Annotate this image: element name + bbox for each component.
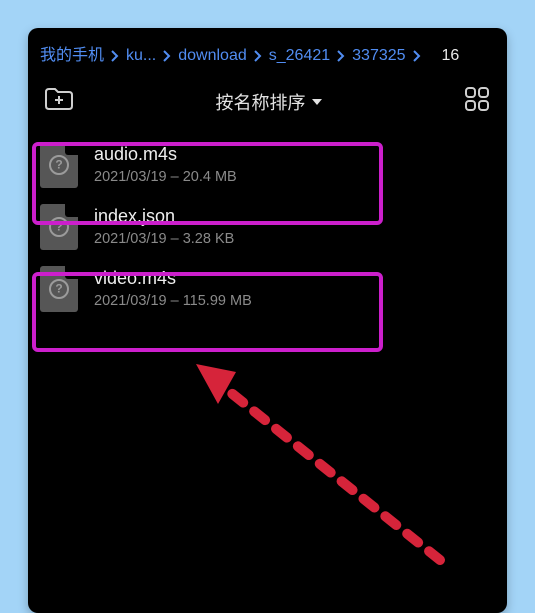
chevron-right-icon bbox=[110, 49, 120, 63]
unknown-file-icon bbox=[40, 266, 78, 312]
unknown-file-icon bbox=[40, 204, 78, 250]
chevron-right-icon bbox=[336, 49, 346, 63]
file-row-index[interactable]: index.json 2021/03/19 – 3.28 KB bbox=[30, 196, 505, 258]
breadcrumb-item-2[interactable]: download bbox=[178, 45, 247, 67]
file-name: video.m4s bbox=[94, 267, 252, 289]
breadcrumb-item-1[interactable]: ku... bbox=[126, 45, 156, 67]
file-meta: 2021/03/19 – 20.4 MB bbox=[94, 167, 237, 187]
breadcrumb-item-4[interactable]: 337325 bbox=[352, 45, 405, 67]
chevron-right-icon bbox=[412, 49, 422, 63]
breadcrumb-item-3[interactable]: s_26421 bbox=[269, 45, 330, 67]
unknown-file-icon bbox=[40, 142, 78, 188]
file-name: index.json bbox=[94, 205, 234, 227]
new-folder-icon[interactable] bbox=[44, 86, 74, 117]
file-meta: 2021/03/19 – 115.99 MB bbox=[94, 291, 252, 311]
file-text: audio.m4s 2021/03/19 – 20.4 MB bbox=[94, 143, 237, 187]
grid-view-icon[interactable] bbox=[463, 85, 491, 118]
chevron-right-icon bbox=[253, 49, 263, 63]
file-name: audio.m4s bbox=[94, 143, 237, 165]
caret-down-icon bbox=[312, 99, 322, 105]
file-text: index.json 2021/03/19 – 3.28 KB bbox=[94, 205, 234, 249]
sort-button[interactable]: 按名称排序 bbox=[216, 89, 322, 115]
file-row-video[interactable]: video.m4s 2021/03/19 – 115.99 MB bbox=[30, 258, 505, 320]
toolbar: 按名称排序 bbox=[28, 79, 507, 128]
breadcrumb: 我的手机 ku... download s_26421 337325 16 bbox=[28, 33, 507, 79]
sort-label: 按名称排序 bbox=[216, 89, 306, 115]
breadcrumb-item-0[interactable]: 我的手机 bbox=[40, 45, 104, 67]
chevron-right-icon bbox=[162, 49, 172, 63]
file-list: audio.m4s 2021/03/19 – 20.4 MB index.jso… bbox=[28, 134, 507, 320]
file-text: video.m4s 2021/03/19 – 115.99 MB bbox=[94, 267, 252, 311]
file-manager-screen: 我的手机 ku... download s_26421 337325 16 bbox=[28, 28, 507, 613]
file-meta: 2021/03/19 – 3.28 KB bbox=[94, 229, 234, 249]
breadcrumb-count: 16 bbox=[442, 45, 460, 67]
file-row-audio[interactable]: audio.m4s 2021/03/19 – 20.4 MB bbox=[30, 134, 505, 196]
